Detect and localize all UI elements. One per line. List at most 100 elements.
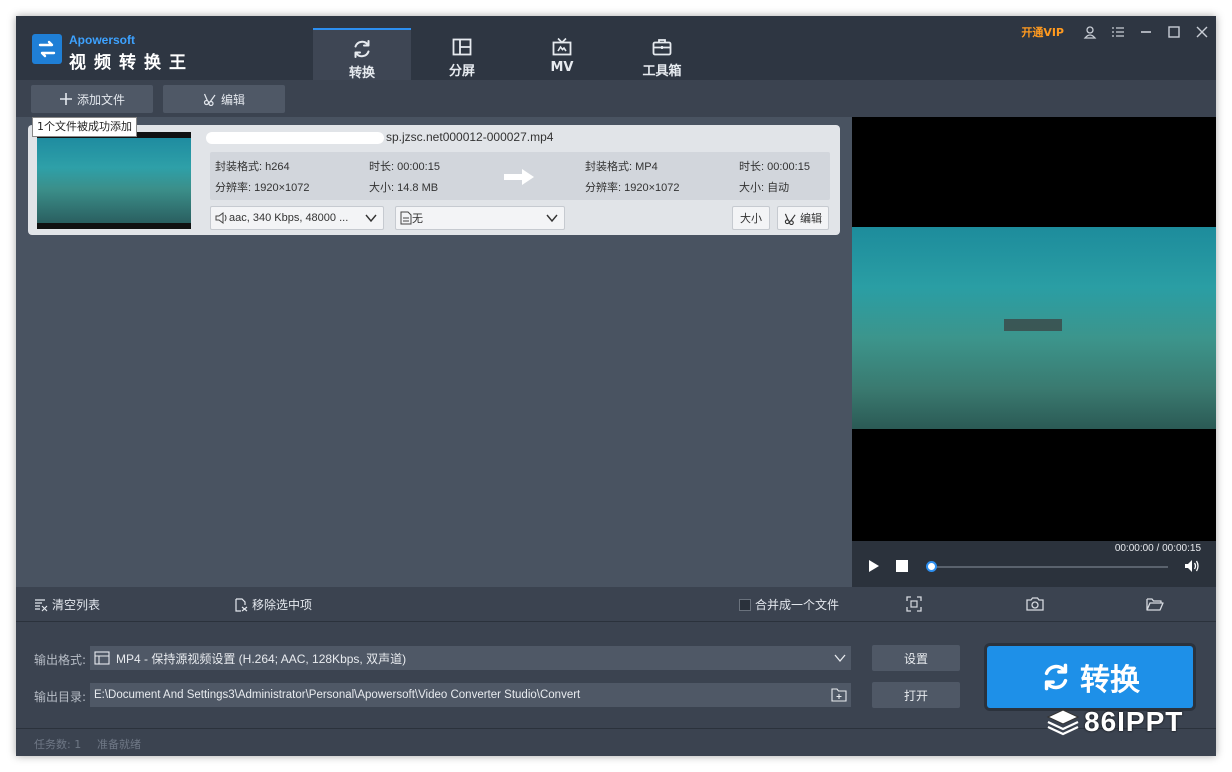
source-duration: 时长: 00:00:15	[369, 161, 440, 173]
seek-handle[interactable]	[926, 561, 937, 572]
vip-link[interactable]: 开通VIP	[1021, 24, 1064, 40]
task-count: 任务数: 1	[34, 738, 82, 751]
play-icon[interactable]	[868, 559, 880, 573]
app-window: Apowersoft 视频转换王 转换 分屏 MV 工具箱 开通VIP 添加文件…	[16, 16, 1216, 756]
tab-mv[interactable]: MV	[513, 28, 611, 80]
output-format-label: 输出格式:	[34, 653, 87, 667]
output-dir-label: 输出目录:	[34, 690, 87, 704]
chevron-down-icon	[546, 214, 558, 223]
file-list: sp.jzsc.net000012-000027.mp4 封装格式: h264 …	[16, 117, 852, 587]
video-thumbnail	[37, 132, 191, 229]
file-item[interactable]: sp.jzsc.net000012-000027.mp4 封装格式: h264 …	[28, 125, 840, 235]
edit-button[interactable]: 编辑	[163, 85, 285, 113]
camera-icon[interactable]	[1026, 596, 1044, 612]
item-edit-button[interactable]: 编辑	[777, 206, 829, 230]
tab-label: 工具箱	[642, 64, 682, 79]
video-frame	[852, 227, 1216, 429]
user-icon[interactable]	[1076, 22, 1104, 42]
subtitle-select[interactable]: 无	[395, 206, 565, 230]
output-settings: 输出格式: MP4 - 保持源视频设置 (H.264; AAC, 128Kbps…	[16, 621, 1216, 728]
convert-label: 转换	[1080, 663, 1140, 698]
source-format: 封装格式: h264	[215, 161, 290, 173]
tv-icon	[552, 37, 572, 56]
split-screen-icon	[452, 38, 472, 56]
scissors-icon	[203, 93, 216, 106]
folder-icon[interactable]	[831, 688, 847, 702]
video-preview: 00:00:00 / 00:00:15	[852, 117, 1216, 587]
minimize-icon[interactable]	[1132, 22, 1160, 42]
chevron-down-icon	[834, 654, 846, 663]
item-edit-label: 编辑	[800, 212, 822, 225]
stop-icon[interactable]	[896, 560, 908, 572]
app-name: 视频转换王	[69, 53, 194, 73]
audio-track-select[interactable]: aac, 340 Kbps, 48000 ...	[210, 206, 384, 230]
tab-label: 转换	[348, 66, 375, 81]
target-format: 封装格式: MP4	[585, 161, 658, 173]
convert-button[interactable]: 转换	[987, 646, 1193, 708]
file-name: sp.jzsc.net000012-000027.mp4	[206, 130, 553, 144]
fullscreen-icon[interactable]	[906, 596, 922, 612]
audio-track-value: aac, 340 Kbps, 48000 ...	[229, 212, 349, 224]
output-dir-value: E:\Document And Settings3\Administrator\…	[94, 689, 581, 701]
player-controls: 00:00:00 / 00:00:15	[852, 541, 1216, 587]
arrow-right-icon	[504, 169, 534, 185]
status-bar: 任务数: 1 准备就绪	[16, 728, 1216, 756]
open-folder-button[interactable]: 打开	[872, 682, 960, 708]
add-file-label: 添加文件	[76, 92, 125, 107]
clear-list-button[interactable]: 清空列表	[34, 596, 100, 613]
subtitle-value: 无	[412, 213, 423, 225]
source-size: 大小: 14.8 MB	[369, 182, 439, 194]
status-text: 准备就绪	[97, 738, 141, 751]
toolbar: 添加文件 编辑	[16, 80, 1216, 117]
edit-label: 编辑	[220, 92, 245, 107]
merge-checkbox[interactable]: 合并成一个文件	[739, 596, 839, 613]
file-info-panel: 封装格式: h264 分辨率: 1920×1072 时长: 00:00:15 大…	[210, 152, 830, 200]
source-resolution: 分辨率: 1920×1072	[215, 182, 310, 194]
preview-action-bar	[852, 587, 1216, 621]
seek-bar[interactable]	[928, 566, 1168, 568]
app-logo-icon	[32, 34, 62, 64]
menu-icon[interactable]	[1104, 22, 1132, 42]
checkbox[interactable]	[739, 598, 751, 611]
success-tooltip: 1个文件被成功添加	[32, 117, 137, 137]
clear-list-label: 清空列表	[52, 598, 101, 612]
merge-label: 合并成一个文件	[755, 598, 840, 612]
output-dir-field[interactable]: E:\Document And Settings3\Administrator\…	[90, 683, 851, 707]
maximize-icon[interactable]	[1160, 22, 1188, 42]
chevron-down-icon	[365, 214, 377, 223]
size-button[interactable]: 大小	[732, 206, 770, 230]
watermark-text: 86IPPT	[1084, 706, 1184, 737]
stack-logo-icon	[1046, 709, 1080, 736]
tab-convert[interactable]: 转换	[313, 28, 411, 81]
format-icon	[94, 651, 110, 665]
playback-time: 00:00:00 / 00:00:15	[1114, 543, 1201, 554]
target-duration: 时长: 00:00:15	[739, 161, 810, 173]
remove-selected-button[interactable]: 移除选中项	[234, 596, 312, 613]
title-bar: Apowersoft 视频转换王 转换 分屏 MV 工具箱 开通VIP	[16, 16, 1216, 81]
toolbox-icon	[652, 39, 672, 56]
list-action-bar: 清空列表 移除选中项 合并成一个文件	[16, 587, 852, 621]
tab-toolbox[interactable]: 工具箱	[613, 28, 711, 80]
output-format-select[interactable]: MP4 - 保持源视频设置 (H.264; AAC, 128Kbps, 双声道)	[90, 646, 851, 670]
target-resolution: 分辨率: 1920×1072	[585, 182, 680, 194]
plus-icon	[59, 93, 72, 105]
close-icon[interactable]	[1188, 22, 1216, 42]
watermark: 86IPPT	[1046, 706, 1183, 738]
speaker-icon	[215, 212, 227, 224]
scissors-icon	[784, 213, 796, 225]
refresh-icon	[1044, 663, 1068, 691]
remove-file-icon	[235, 597, 248, 612]
window-controls: 开通VIP	[1021, 22, 1216, 42]
output-format-value: MP4 - 保持源视频设置 (H.264; AAC, 128Kbps, 双声道)	[116, 651, 407, 666]
tab-label: 分屏	[448, 64, 475, 79]
target-size: 大小: 自动	[739, 182, 790, 194]
subtitle-file-icon	[400, 211, 412, 225]
tab-split-screen[interactable]: 分屏	[413, 28, 511, 80]
volume-icon[interactable]	[1184, 559, 1200, 573]
settings-button[interactable]: 设置	[872, 645, 960, 671]
refresh-icon	[354, 40, 370, 58]
app-brand: Apowersoft	[69, 33, 135, 47]
add-file-button[interactable]: 添加文件	[31, 85, 153, 113]
remove-selected-label: 移除选中项	[252, 598, 313, 612]
folder-open-icon[interactable]	[1146, 596, 1164, 612]
